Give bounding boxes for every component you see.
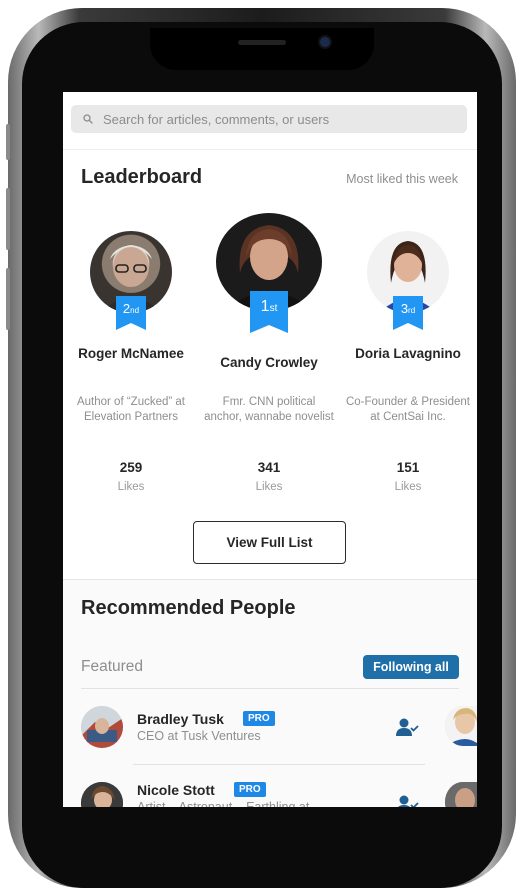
rank-ribbon-3: 3rd xyxy=(393,296,423,330)
following-check-icon[interactable] xyxy=(395,794,419,807)
divider xyxy=(81,688,459,689)
search-bar xyxy=(63,92,477,150)
person-name[interactable]: Bradley Tusk xyxy=(137,711,224,727)
divider xyxy=(133,764,425,765)
speaker-grille xyxy=(238,40,286,45)
rank-suffix: st xyxy=(269,303,278,314)
phone-notch xyxy=(150,28,374,70)
leaderboard-title: Leaderboard xyxy=(81,166,203,188)
ribbon-tail xyxy=(116,321,146,330)
leader-name-3[interactable]: Doria Lavagnino xyxy=(342,345,474,362)
search-icon xyxy=(83,114,93,124)
leader-name-2[interactable]: Roger McNamee xyxy=(65,345,197,362)
person-photo xyxy=(445,706,477,746)
person-photo xyxy=(81,706,123,748)
avatar-next-suggestion[interactable] xyxy=(445,706,477,746)
volume-down-button xyxy=(6,268,10,330)
following-all-button[interactable]: Following all xyxy=(363,655,459,679)
person-role: Artist – Astronaut – Earthling at xyxy=(137,800,310,807)
pro-badge: PRO xyxy=(243,711,275,726)
ribbon-tail xyxy=(393,321,423,330)
rank-suffix: nd xyxy=(130,306,140,315)
ribbon-tail xyxy=(250,322,288,333)
leader-name-1[interactable]: Candy Crowley xyxy=(203,354,335,371)
pro-badge: PRO xyxy=(234,782,266,797)
search-input[interactable] xyxy=(103,111,443,127)
leaderboard-subtitle: Most liked this week xyxy=(346,172,458,186)
rank-number: 3 xyxy=(400,301,409,316)
app-screen: Leaderboard Most liked this week 2nd Rog… xyxy=(63,92,477,807)
featured-label: Featured xyxy=(81,658,144,675)
rank-number: 1 xyxy=(260,298,270,315)
leader-likes-label-1: Likes xyxy=(255,481,283,493)
avatar-bradley-tusk[interactable] xyxy=(81,706,123,748)
front-camera xyxy=(320,37,330,47)
rank-ribbon-2: 2nd xyxy=(116,296,146,330)
leader-likes-count-3: 151 xyxy=(396,460,420,475)
view-full-list-button[interactable]: View Full List xyxy=(193,521,346,564)
person-role: CEO at Tusk Ventures xyxy=(137,729,261,743)
leader-role-1: Fmr. CNN political anchor, wannabe novel… xyxy=(204,396,334,423)
following-check-icon[interactable] xyxy=(395,717,419,737)
leader-likes-count-2: 259 xyxy=(119,460,143,475)
rank-ribbon-1: 1st xyxy=(250,291,288,331)
rank-suffix: rd xyxy=(408,306,416,315)
leader-role-2: Author of “Zucked” at Elevation Partners xyxy=(76,396,186,423)
recommended-title: Recommended People xyxy=(81,597,296,619)
leader-likes-count-1: 341 xyxy=(257,460,281,475)
leader-likes-label-2: Likes xyxy=(117,481,145,493)
mute-switch xyxy=(6,124,10,160)
volume-up-button xyxy=(6,188,10,250)
person-name[interactable]: Nicole Stott xyxy=(137,782,215,798)
leader-role-3: Co-Founder & President at CentSai Inc. xyxy=(345,396,470,423)
search-field[interactable] xyxy=(71,105,467,133)
leader-likes-label-3: Likes xyxy=(394,481,422,493)
